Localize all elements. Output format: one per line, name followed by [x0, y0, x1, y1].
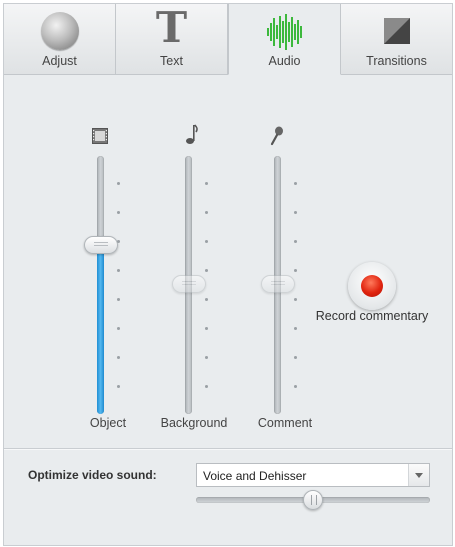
- tab-label: Audio: [268, 54, 301, 68]
- comment-label: Comment: [257, 416, 313, 430]
- volume-tick: [205, 240, 208, 243]
- music-note-icon: [186, 124, 198, 144]
- object-volume-fill: [97, 244, 104, 414]
- volume-tick: [117, 327, 120, 330]
- tab-text[interactable]: T Text: [116, 4, 228, 75]
- object-volume-track[interactable]: [97, 156, 104, 414]
- volume-tick: [117, 240, 120, 243]
- volume-tick: [294, 385, 297, 388]
- tab-transitions[interactable]: Transitions: [341, 4, 452, 75]
- chevron-down-icon[interactable]: [408, 464, 429, 486]
- record-commentary-button[interactable]: [348, 262, 396, 310]
- volume-tick: [294, 182, 297, 185]
- tab-adjust[interactable]: Adjust: [4, 4, 116, 75]
- volume-tick: [117, 385, 120, 388]
- volume-tick: [117, 211, 120, 214]
- comment-volume-thumb[interactable]: [261, 275, 295, 293]
- volume-tick: [205, 327, 208, 330]
- divider-highlight: [4, 449, 452, 450]
- volume-tick: [117, 182, 120, 185]
- record-icon: [361, 275, 383, 297]
- volume-tick: [205, 182, 208, 185]
- audio-waveform-icon: [266, 14, 302, 50]
- record-commentary-label: Record commentary: [315, 309, 429, 323]
- transition-icon: [383, 18, 410, 44]
- microphone-icon: [270, 126, 283, 146]
- audio-panel: Adjust T Text Audio Transitions Object B…: [3, 3, 453, 546]
- object-label: Object: [89, 416, 127, 430]
- volume-tick: [294, 327, 297, 330]
- volume-tick: [117, 298, 120, 301]
- volume-tick: [205, 269, 208, 272]
- optimize-sound-dropdown[interactable]: Voice and Dehisser: [196, 463, 430, 487]
- optimize-strength-thumb[interactable]: [303, 490, 323, 510]
- tab-label: Text: [160, 54, 183, 68]
- volume-tick: [294, 356, 297, 359]
- volume-tick: [205, 356, 208, 359]
- tab-audio[interactable]: Audio: [228, 4, 341, 75]
- volume-tick: [294, 269, 297, 272]
- volume-tick: [117, 269, 120, 272]
- volume-tick: [205, 211, 208, 214]
- object-volume-thumb[interactable]: [84, 236, 118, 254]
- volume-tick: [294, 298, 297, 301]
- background-label: Background: [160, 416, 228, 430]
- optimize-sound-label: Optimize video sound:: [28, 468, 157, 482]
- volume-tick: [205, 385, 208, 388]
- background-volume-thumb[interactable]: [172, 275, 206, 293]
- dropdown-value: Voice and Dehisser: [203, 469, 307, 483]
- text-t-icon: T: [155, 3, 188, 52]
- sphere-icon: [40, 12, 79, 50]
- film-strip-icon: [92, 128, 108, 144]
- volume-tick: [117, 356, 120, 359]
- volume-tick: [294, 211, 297, 214]
- tab-label: Transitions: [366, 54, 427, 68]
- tab-label: Adjust: [42, 54, 77, 68]
- tab-bar: Adjust T Text Audio Transitions: [4, 4, 452, 75]
- audio-mixer: Object Background Comment Record comment…: [4, 76, 452, 446]
- volume-tick: [294, 240, 297, 243]
- volume-tick: [205, 298, 208, 301]
